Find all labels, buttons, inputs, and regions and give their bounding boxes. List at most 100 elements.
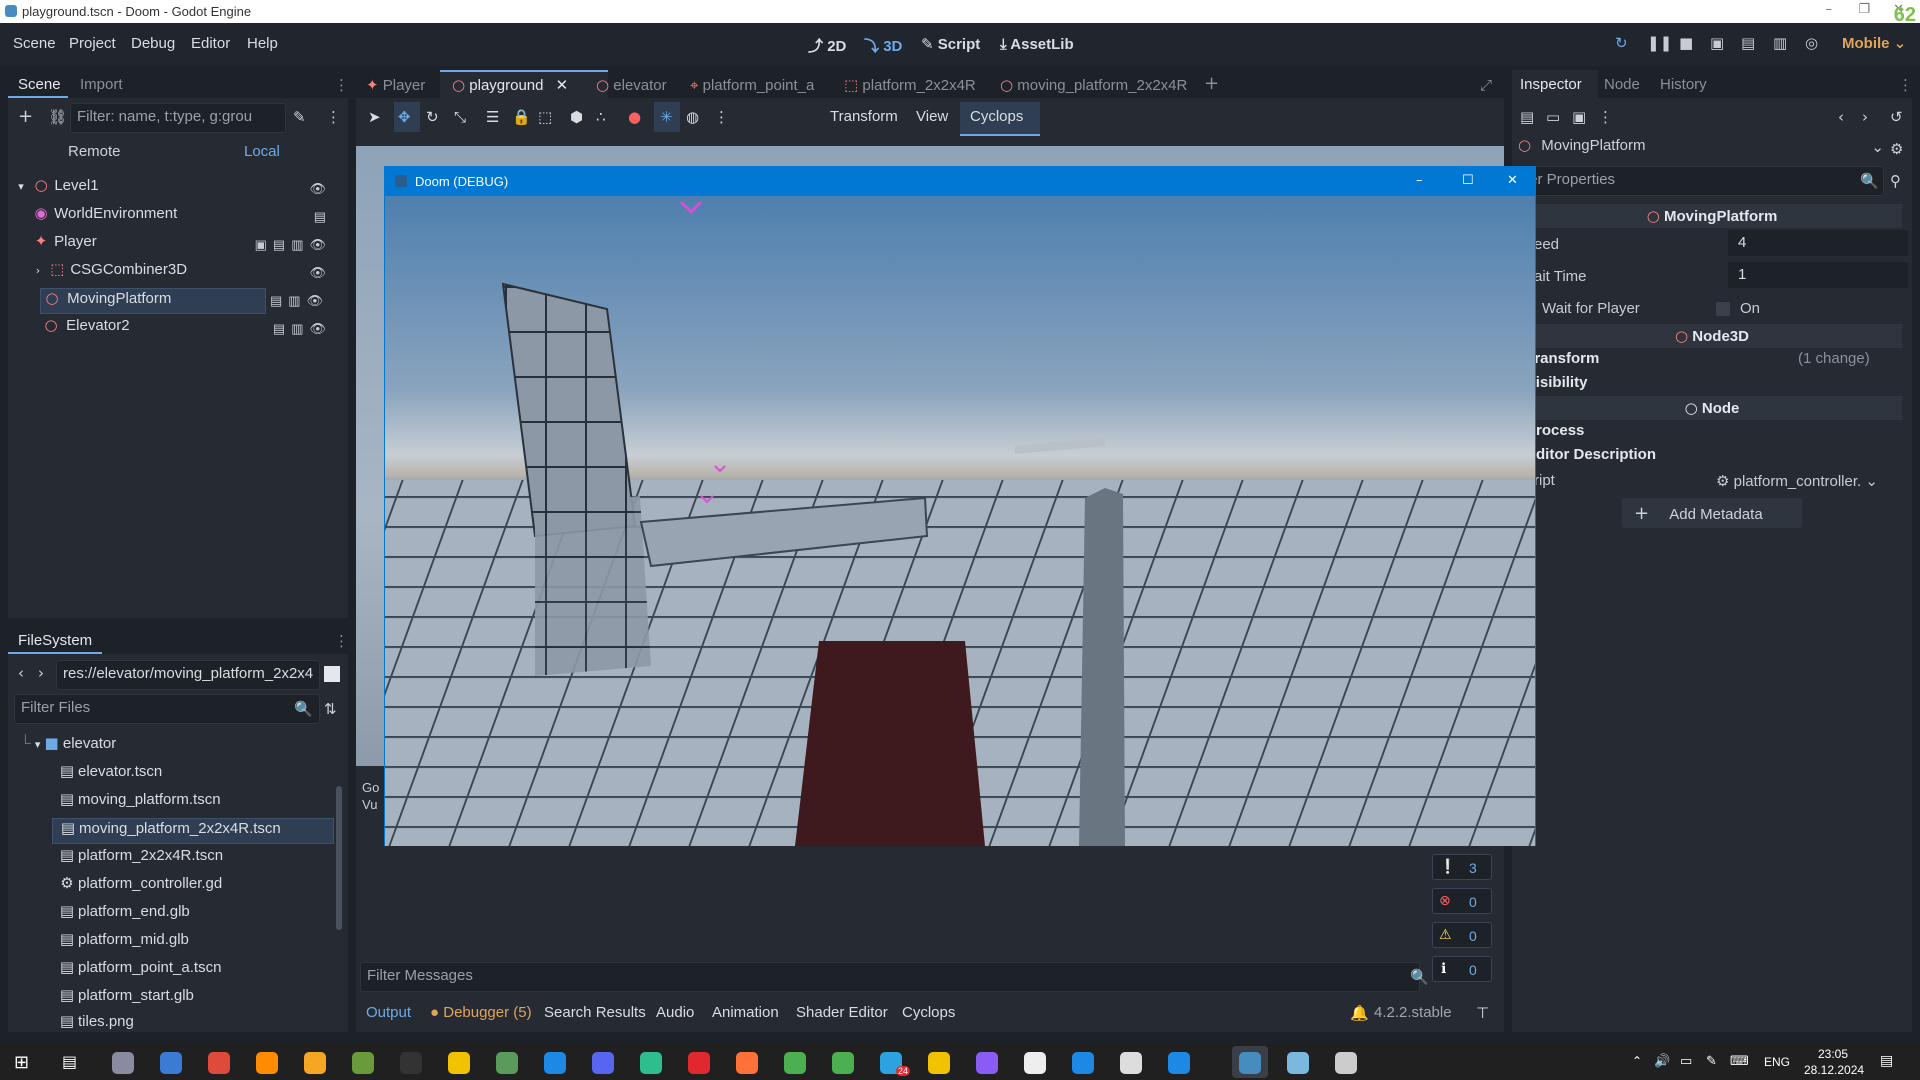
info-count[interactable]: ℹ0 xyxy=(1432,956,1492,982)
script-field[interactable]: ⚙ platform_controller. ⌄ xyxy=(1716,472,1878,490)
stop-icon[interactable]: ■ xyxy=(1679,34,1693,52)
reload-icon[interactable]: ↻ xyxy=(1615,34,1628,52)
mode-3d-button[interactable]: ⤵ 3D xyxy=(864,35,902,56)
volume-icon[interactable]: 🔊 xyxy=(1654,1054,1670,1069)
renderer-select[interactable]: Mobile ⌄ xyxy=(1842,34,1906,52)
tab-output[interactable]: Output xyxy=(366,1004,411,1021)
mode-script-button[interactable]: ✎ Script xyxy=(921,35,980,53)
local-button[interactable]: Local xyxy=(244,143,280,160)
tab-debugger[interactable]: ● Debugger (5) xyxy=(430,1004,532,1021)
rotate-tool-icon[interactable]: ↻ xyxy=(426,108,439,126)
message-count[interactable]: ❕ 3 xyxy=(1432,854,1492,880)
remote-button[interactable]: Remote xyxy=(68,143,121,160)
tab-filesystem[interactable]: FileSystem xyxy=(18,632,92,649)
expand-arrow-icon[interactable]: › xyxy=(32,264,44,277)
elevator2-row-icons[interactable]: ▤▥👁 xyxy=(273,321,332,337)
transform-menu[interactable]: Transform xyxy=(830,108,898,125)
discord-icon[interactable] xyxy=(592,1052,614,1074)
menu-project[interactable]: Project xyxy=(69,35,116,52)
tab-animation[interactable]: Animation xyxy=(712,1004,779,1021)
chrome-icon[interactable] xyxy=(784,1052,806,1074)
run-scene-icon[interactable]: ▤ xyxy=(1741,34,1755,52)
language-indicator[interactable]: ENG xyxy=(1764,1055,1790,1069)
notifications-icon[interactable]: ▤ xyxy=(1880,1053,1893,1069)
browser-icon[interactable] xyxy=(208,1052,230,1074)
transform-group[interactable]: Transform xyxy=(1526,350,1599,367)
new-resource-icon[interactable]: ▤ xyxy=(1520,108,1534,126)
firefox-icon[interactable] xyxy=(736,1052,758,1074)
file-item[interactable]: ▤ platform_start.glb xyxy=(56,986,194,1012)
dock-menu-icon[interactable]: ⋮ xyxy=(334,76,349,94)
tab-scene[interactable]: Scene xyxy=(18,76,61,93)
start-icon[interactable]: ⊞ xyxy=(14,1052,29,1073)
tab-history[interactable]: History xyxy=(1660,76,1707,93)
error-count[interactable]: ⊗ 0 xyxy=(1432,888,1492,914)
app-icon[interactable] xyxy=(1287,1052,1309,1074)
tab-player[interactable]: ✦ Player xyxy=(366,76,425,94)
file-item[interactable]: ▤ platform_2x2x4R.tscn xyxy=(56,846,223,872)
maps-icon[interactable] xyxy=(1168,1052,1190,1074)
wait-for-player-checkbox[interactable] xyxy=(1716,302,1730,316)
collapse-arrow-icon[interactable]: ▾ xyxy=(14,180,28,193)
clock-date[interactable]: 28.12.2024 xyxy=(1804,1063,1864,1077)
file-item[interactable]: ▤ tiles.png xyxy=(56,1012,134,1030)
pin-icon[interactable]: ⊤ xyxy=(1476,1004,1489,1022)
vlc-icon[interactable] xyxy=(256,1052,278,1074)
run-current-icon[interactable]: ▥ xyxy=(1773,34,1787,52)
keyboard-icon[interactable]: ⌨ xyxy=(1730,1054,1749,1069)
add-node-icon[interactable]: + xyxy=(18,106,33,127)
tab-platform-2x2x4r[interactable]: ⬚ platform_2x2x4R xyxy=(844,76,976,94)
tab-search-results[interactable]: Search Results xyxy=(544,1004,646,1021)
close-tab-icon[interactable]: ✕ xyxy=(556,76,569,94)
mode-2d-button[interactable]: ⤴ 2D xyxy=(808,35,846,56)
maximize-icon[interactable]: ☐ xyxy=(1462,173,1474,188)
file-item[interactable]: ▤ moving_platform.tscn xyxy=(56,790,221,816)
split-mode-icon[interactable] xyxy=(324,666,340,682)
task-view-icon[interactable]: ▤ xyxy=(62,1052,77,1071)
game-icon[interactable] xyxy=(352,1052,374,1074)
tree-node-player[interactable]: ✦ Player ▣▤▥👁 xyxy=(32,232,344,258)
tab-moving-platform-2x2x4r[interactable]: ○ moving_platform_2x2x4R xyxy=(1000,76,1187,94)
clock-time[interactable]: 23:05 xyxy=(1818,1047,1848,1061)
app-icon[interactable] xyxy=(112,1052,134,1074)
movie-icon[interactable]: ◎ xyxy=(1805,34,1818,52)
dock-menu-icon[interactable]: ⋮ xyxy=(1898,76,1913,94)
node-selector[interactable]: ○ MovingPlatform ⌄ xyxy=(1518,136,1884,162)
close-icon[interactable]: ✕ xyxy=(1507,173,1518,188)
opera-icon[interactable] xyxy=(688,1052,710,1074)
lock-icon[interactable]: 🔒 xyxy=(512,108,531,126)
editor-description-group[interactable]: Editor Description xyxy=(1526,446,1656,463)
godot-icon[interactable] xyxy=(1239,1052,1261,1074)
file-filter-input[interactable]: Filter Files xyxy=(14,694,320,724)
menu-scene[interactable]: Scene xyxy=(13,35,56,52)
cube-icon[interactable]: ⬢ xyxy=(570,108,583,126)
cyclops-menu[interactable]: Cyclops xyxy=(970,108,1023,125)
file-item[interactable]: ▤ elevator.tscn xyxy=(56,762,162,788)
visibility-icon[interactable]: 👁 xyxy=(309,181,332,197)
mode-assetlib-button[interactable]: ⤓ AssetLib xyxy=(1000,35,1074,53)
more-icon[interactable]: ⋮ xyxy=(1598,108,1613,126)
view-menu[interactable]: View xyxy=(916,108,948,125)
scene-filter-input[interactable]: Filter: name, t:type, g:grou xyxy=(70,103,286,133)
tree-node-worldenvironment[interactable]: ◉ WorldEnvironment ▤ xyxy=(32,204,344,230)
tree-node-movingplatform[interactable]: ○ MovingPlatform xyxy=(40,288,266,314)
bell-icon[interactable]: 🔔 xyxy=(1350,1004,1369,1022)
file-item[interactable]: ▤ platform_end.glb xyxy=(56,902,190,928)
vscode-icon[interactable] xyxy=(1072,1052,1094,1074)
explorer-icon[interactable] xyxy=(928,1052,950,1074)
select-tool-icon[interactable]: ➤ xyxy=(368,108,381,126)
history-forward-icon[interactable]: › xyxy=(1862,108,1868,126)
back-icon[interactable]: ‹ xyxy=(18,664,24,682)
notes-icon[interactable] xyxy=(496,1052,518,1074)
group-icon[interactable]: ⬚ xyxy=(538,108,552,126)
tray-chevron-icon[interactable]: ⌃ xyxy=(1632,1054,1642,1068)
menu-help[interactable]: Help xyxy=(247,35,278,52)
tree-node-csgcombiner3d[interactable]: › ⬚ CSGCombiner3D 👁 xyxy=(32,260,344,286)
file-item[interactable]: ⚙ platform_controller.gd xyxy=(56,874,222,900)
camera-icon[interactable]: ● xyxy=(628,108,641,126)
app-icon[interactable] xyxy=(448,1052,470,1074)
link-icon[interactable]: ⛓ xyxy=(48,108,67,126)
pause-icon[interactable]: ❚❚ xyxy=(1647,34,1672,52)
file-item-selected[interactable]: ▤ moving_platform_2x2x4R.tscn xyxy=(52,818,334,844)
menu-debug[interactable]: Debug xyxy=(131,35,175,52)
